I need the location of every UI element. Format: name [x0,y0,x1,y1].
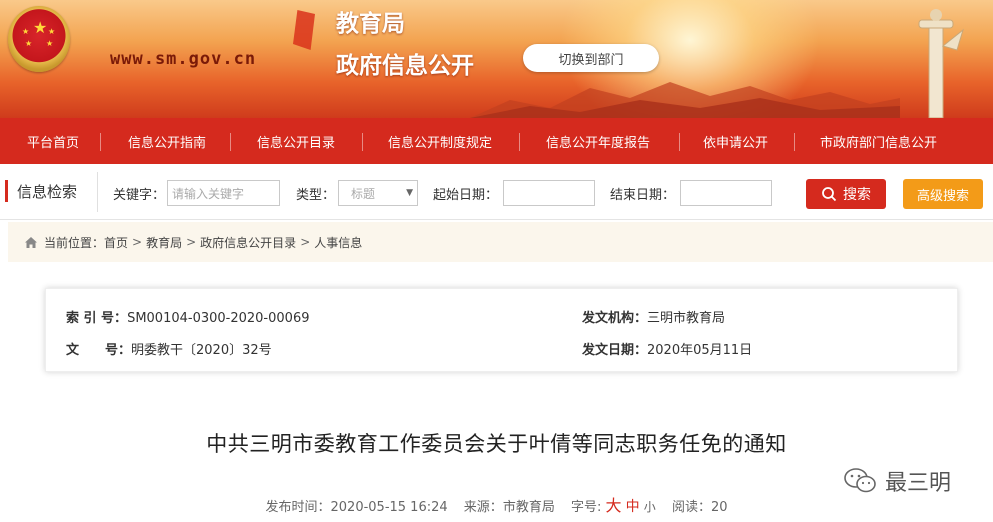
bureau-name: 教育局 [336,11,405,37]
meta-org-value: 三明市教育局 [647,311,726,326]
meta-org-key: 发文机构： [582,311,648,326]
search-bar: 信息检索 关键字： 请输入关键字 类型： 标题 ▼ 起始日期： 结束日期： 搜索… [0,164,993,220]
nav-item-departments[interactable]: 市政府部门信息公开 [820,118,937,164]
nav-item-rules[interactable]: 信息公开制度规定 [388,118,492,164]
meta-date-key: 发文日期： [582,343,648,358]
read-label: 阅读： [671,500,711,515]
meta-issue-date: 发文日期：2020年05月11日 [582,339,752,358]
main-nav: 平台首页 信息公开指南 信息公开目录 信息公开制度规定 信息公开年度报告 依申请… [0,118,993,164]
breadcrumb-item-home[interactable]: 首页 [104,234,128,251]
search-title: 信息检索 [17,183,78,201]
keyword-input[interactable]: 请输入关键字 [167,180,280,206]
breadcrumb-item-current[interactable]: 人事信息 [314,234,362,251]
wechat-watermark: 最三明 [843,465,951,497]
meta-doc-value: 明委教干〔2020〕32号 [131,343,272,358]
source-label: 来源： [463,500,503,515]
end-date-input[interactable] [680,180,772,206]
meta-index-key: 索 引 号： [66,311,128,326]
search-icon [822,187,837,202]
nav-item-apply[interactable]: 依申请公开 [703,118,768,164]
chevron-down-icon: ▼ [406,188,413,198]
font-size-large-button[interactable]: 大 [606,496,622,515]
meta-index: 索 引 号：SM00104-0300-2020-00069 [66,307,309,326]
end-date-label: 结束日期： [610,188,676,203]
nav-item-annual-report[interactable]: 信息公开年度报告 [546,118,650,164]
breadcrumb-item-bureau[interactable]: 教育局 [146,234,182,251]
start-date-input[interactable] [503,180,595,206]
breadcrumb-separator: > [132,235,143,249]
article-title: 中共三明市委教育工作委员会关于叶倩等同志职务任免的通知 [206,432,787,456]
breadcrumb-prefix: 当前位置： [44,235,105,250]
read-count: 20 [710,500,728,515]
type-select-value: 标题 [351,186,376,201]
breadcrumb-separator: > [186,235,197,249]
breadcrumb: 当前位置： 首页 > 教育局 > 政府信息公开目录 > 人事信息 [8,222,993,262]
source-value: 市教育局 [502,500,555,515]
meta-doc-key: 文 号： [66,343,132,358]
search-divider [97,172,98,212]
nav-divider [230,133,231,151]
wechat-icon [844,468,876,493]
font-size-small-button[interactable]: 小 [644,500,656,514]
advanced-search-button[interactable]: 高级搜索 [903,179,983,209]
search-title-accent [5,180,8,202]
breadcrumb-item-catalog[interactable]: 政府信息公开目录 [200,234,296,251]
start-date-label: 起始日期： [433,188,499,203]
nav-divider [679,133,680,151]
type-label: 类型： [296,188,336,203]
nav-item-guide[interactable]: 信息公开指南 [128,118,206,164]
nav-item-home[interactable]: 平台首页 [27,118,79,164]
type-select[interactable]: 标题 ▼ [338,180,418,206]
font-size-label: 字号: [570,500,602,515]
search-button[interactable]: 搜索 [806,179,886,209]
great-wall-illustration [470,82,900,118]
font-size-medium-button[interactable]: 中 [626,499,640,515]
keyword-label: 关键字： [113,188,166,203]
search-button-label: 搜索 [843,187,871,203]
nav-divider [100,133,101,151]
site-url: www.sm.gov.cn [110,49,257,69]
huabiao-pillar-icon [918,9,964,118]
meta-index-value: SM00104-0300-2020-00069 [127,311,310,326]
site-logo-glyph [293,10,315,50]
nav-divider [794,133,795,151]
nav-divider [519,133,520,151]
meta-organization: 发文机构：三明市教育局 [582,307,725,326]
home-icon [25,236,37,248]
breadcrumb-separator: > [300,235,311,249]
nav-item-catalog[interactable]: 信息公开目录 [257,118,335,164]
header-banner: ★ ★ ★ ★ ★ www.sm.gov.cn 教育局 政府信息公开 切换到部门 [0,0,993,118]
publish-time: 2020-05-15 16:24 [330,500,448,515]
publish-label: 发布时间： [265,500,331,515]
meta-doc-number: 文 号：明委教干〔2020〕32号 [66,339,272,358]
nav-divider [362,133,363,151]
national-emblem-icon: ★ ★ ★ ★ ★ [8,6,70,72]
switch-department-button[interactable]: 切换到部门 [523,44,659,72]
bureau-subtitle: 政府信息公开 [336,53,474,79]
document-meta-card: 索 引 号：SM00104-0300-2020-00069 文 号：明委教干〔2… [45,288,958,372]
meta-date-value: 2020年05月11日 [647,343,753,358]
watermark-text: 最三明 [885,471,952,496]
